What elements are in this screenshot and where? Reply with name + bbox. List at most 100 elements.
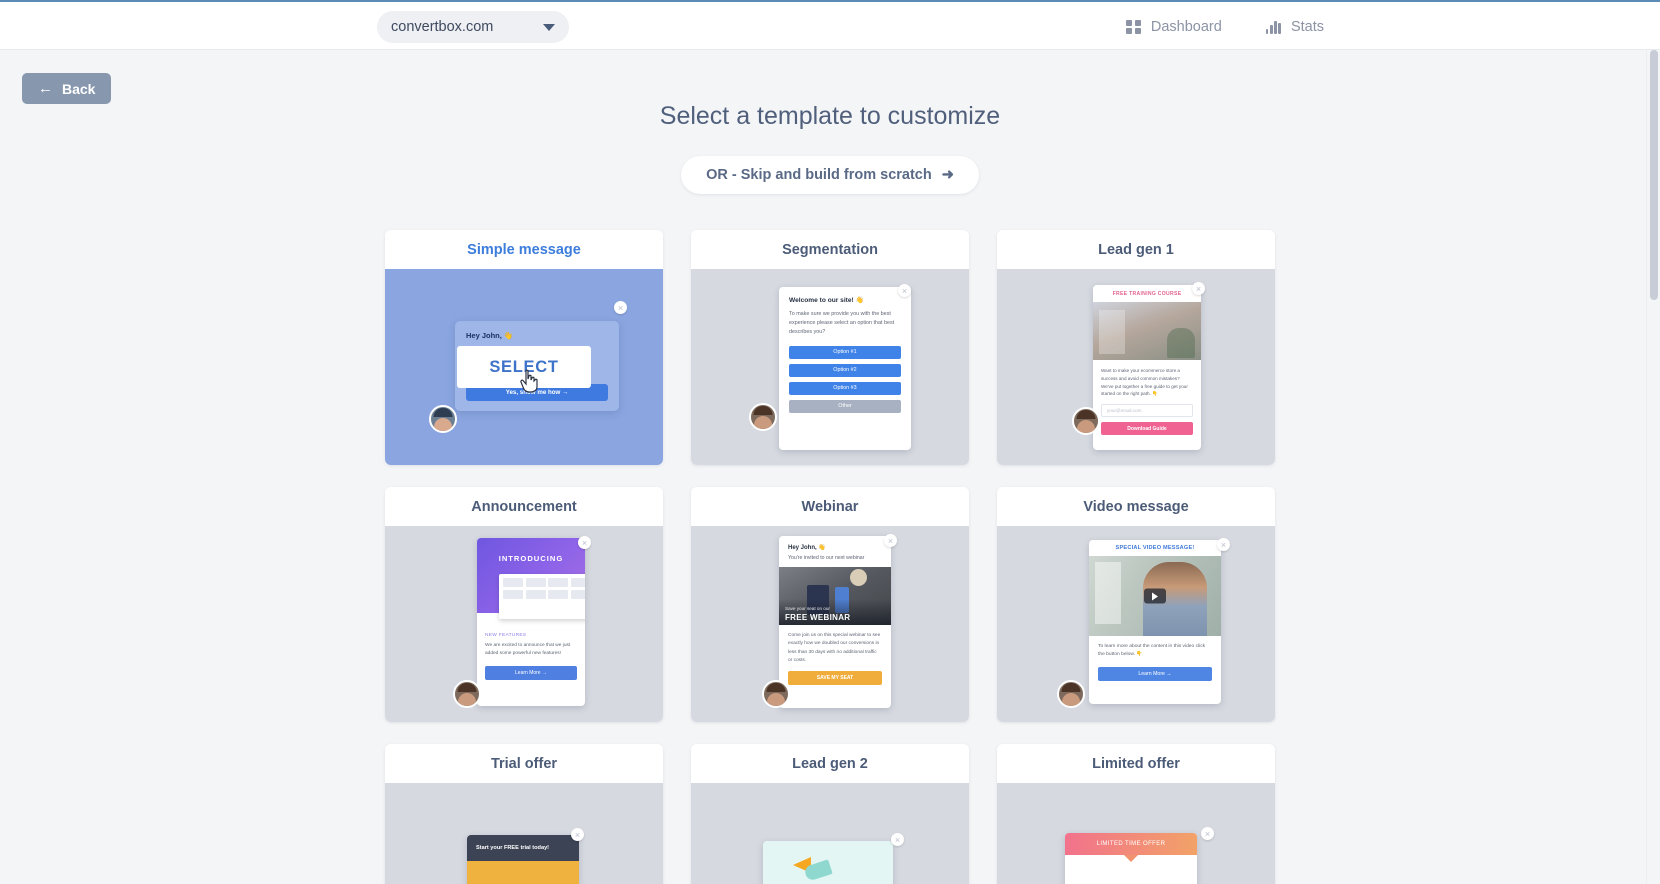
template-card-title: Trial offer: [385, 744, 663, 783]
template-card-simple-message[interactable]: Simple message × Hey John, 👋 I wanted to…: [385, 230, 663, 465]
template-card-title: Video message: [997, 487, 1275, 526]
top-nav: Dashboard Stats: [1126, 2, 1324, 52]
preview-hero: INTRODUCING: [477, 538, 585, 619]
avatar: [1072, 407, 1100, 435]
preview-dashboard-graphic: [499, 574, 585, 619]
preview-cta-button: SAVE MY SEAT: [788, 671, 882, 685]
arrow-left-icon: ←: [38, 80, 53, 97]
preview-heading: Start your FREE trial today!: [467, 835, 579, 861]
close-icon[interactable]: ×: [891, 833, 904, 846]
template-card-preview[interactable]: × Welcome to our site! 👋 To make sure we…: [691, 269, 969, 465]
avatar: [453, 680, 481, 708]
preview-option-2: Option #2: [789, 363, 901, 377]
template-card-limited-offer[interactable]: Limited offer × LIMITED TIME OFFER: [997, 744, 1275, 884]
grid-icon: [1126, 19, 1141, 35]
arrow-right-icon: ➜: [941, 167, 954, 183]
template-card-announcement[interactable]: Announcement × INTRODUCING NEW FEATURES …: [385, 487, 663, 722]
nav-item-dashboard-label: Dashboard: [1150, 19, 1222, 35]
preview-popup: Hey John, 👋 You're invited to our next w…: [779, 536, 891, 708]
preview-body: Come join us on this special webinar to …: [788, 633, 881, 663]
preview-kicker: FREE TRAINING COURSE: [1112, 290, 1182, 297]
preview-kicker: SPECIAL VIDEO MESSAGE!: [1115, 545, 1195, 551]
template-card-preview[interactable]: × Hey John, 👋 You're invited to our next…: [691, 526, 969, 722]
template-card-title: Webinar: [691, 487, 969, 526]
close-icon[interactable]: ×: [1192, 282, 1205, 295]
template-card-preview[interactable]: × FREE TRAINING COURSE Want to make your…: [997, 269, 1275, 465]
avatar: [1057, 680, 1085, 708]
preview-image: [1093, 302, 1201, 360]
close-icon[interactable]: ×: [614, 301, 627, 314]
template-card-title: Simple message: [385, 230, 663, 269]
page-title: Select a template to customize: [659, 102, 1001, 130]
preview-option-1: Option #1: [789, 345, 901, 359]
preview-panel: [467, 861, 579, 884]
site-selector-label: convertbox.com: [391, 19, 494, 35]
preview-popup: [763, 841, 893, 884]
rocket-icon: [793, 855, 833, 884]
preview-body: Want to make your ecommerce store a succ…: [1101, 368, 1188, 397]
template-card-preview[interactable]: × LIMITED TIME OFFER: [997, 783, 1275, 884]
close-icon[interactable]: ×: [898, 284, 911, 297]
nav-item-dashboard[interactable]: Dashboard: [1126, 19, 1222, 35]
skip-button-label: OR - Skip and build from scratch: [706, 167, 932, 183]
preview-image: Save your seat on our FREE WEBINAR: [779, 567, 891, 625]
preview-cta-button: Learn More →: [1098, 666, 1212, 681]
page-scrollbar[interactable]: [1646, 50, 1660, 884]
preview-body: To make sure we provide you with the bes…: [789, 311, 895, 336]
preview-popup: Start your FREE trial today!: [467, 835, 579, 884]
preview-greeting: Hey John, 👋: [466, 331, 514, 340]
preview-cta-button: Download Guide: [1101, 422, 1193, 436]
preview-subhead: You're invited to our next webinar: [788, 555, 865, 561]
template-card-lead-gen-1[interactable]: Lead gen 1 × FREE TRAINING COURSE Want t…: [997, 230, 1275, 465]
cursor-hand-icon: [520, 369, 538, 393]
site-selector[interactable]: convertbox.com: [377, 11, 569, 43]
preview-image: [1089, 556, 1221, 636]
preview-option-4: Other: [789, 399, 901, 413]
back-button-label: Back: [62, 80, 96, 97]
scrollbar-thumb[interactable]: [1650, 50, 1658, 300]
preview-kicker: NEW FEATURES: [485, 633, 527, 638]
preview-popup: SPECIAL VIDEO MESSAGE! To learn more abo…: [1089, 540, 1221, 704]
preview-option-3: Option #3: [789, 381, 901, 395]
avatar: [762, 680, 790, 708]
preview-banner-small: Save your seat on our: [785, 606, 830, 611]
template-card-lead-gen-2[interactable]: Lead gen 2 ×: [691, 744, 969, 884]
template-card-webinar[interactable]: Webinar × Hey John, 👋 You're invited to …: [691, 487, 969, 722]
template-card-preview[interactable]: ×: [691, 783, 969, 884]
back-button[interactable]: ← Back: [22, 73, 112, 104]
close-icon[interactable]: ×: [571, 828, 584, 841]
close-icon[interactable]: ×: [1201, 827, 1214, 840]
template-card-preview[interactable]: × Start your FREE trial today!: [385, 783, 663, 884]
template-card-segmentation[interactable]: Segmentation × Welcome to our site! 👋 To…: [691, 230, 969, 465]
preview-ribbon: LIMITED TIME OFFER: [1065, 833, 1197, 855]
template-card-trial-offer[interactable]: Trial offer × Start your FREE trial toda…: [385, 744, 663, 884]
template-card-title: Limited offer: [997, 744, 1275, 783]
template-card-title: Lead gen 2: [691, 744, 969, 783]
preview-greeting: Hey John, 👋: [788, 545, 826, 551]
template-grid: Simple message × Hey John, 👋 I wanted to…: [385, 230, 1275, 884]
preview-popup: FREE TRAINING COURSE Want to make your e…: [1093, 285, 1201, 450]
template-card-title: Lead gen 1: [997, 230, 1275, 269]
close-icon[interactable]: ×: [884, 534, 897, 547]
preview-popup: LIMITED TIME OFFER: [1065, 833, 1197, 884]
template-card-title: Segmentation: [691, 230, 969, 269]
template-card-video-message[interactable]: Video message × SPECIAL VIDEO MESSAGE! T…: [997, 487, 1275, 722]
preview-cta-button: Learn More →: [485, 666, 577, 681]
preview-heading: Welcome to our site! 👋: [789, 297, 864, 304]
template-card-preview[interactable]: × Hey John, 👋 I wanted to quickly show y…: [385, 269, 663, 465]
nav-item-stats-label: Stats: [1290, 19, 1324, 35]
close-icon[interactable]: ×: [1217, 538, 1230, 551]
preview-popup: Welcome to our site! 👋 To make sure we p…: [779, 287, 911, 450]
chevron-down-icon: [543, 23, 555, 31]
preview-body: We are excited to announce that we just …: [485, 643, 571, 657]
skip-button-row: OR - Skip and build from scratch ➜: [0, 156, 1660, 194]
skip-build-from-scratch-button[interactable]: OR - Skip and build from scratch ➜: [681, 156, 979, 194]
close-icon[interactable]: ×: [578, 536, 591, 549]
template-card-preview[interactable]: × INTRODUCING NEW FEATURES We are excite…: [385, 526, 663, 722]
template-card-preview[interactable]: × SPECIAL VIDEO MESSAGE! To learn more a…: [997, 526, 1275, 722]
bar-chart-icon: [1265, 20, 1281, 34]
preview-popup: INTRODUCING NEW FEATURES We are excited …: [477, 538, 585, 706]
play-icon: [1144, 588, 1166, 604]
nav-item-stats[interactable]: Stats: [1265, 19, 1324, 35]
preview-body: To learn more about the content in this …: [1098, 644, 1206, 658]
